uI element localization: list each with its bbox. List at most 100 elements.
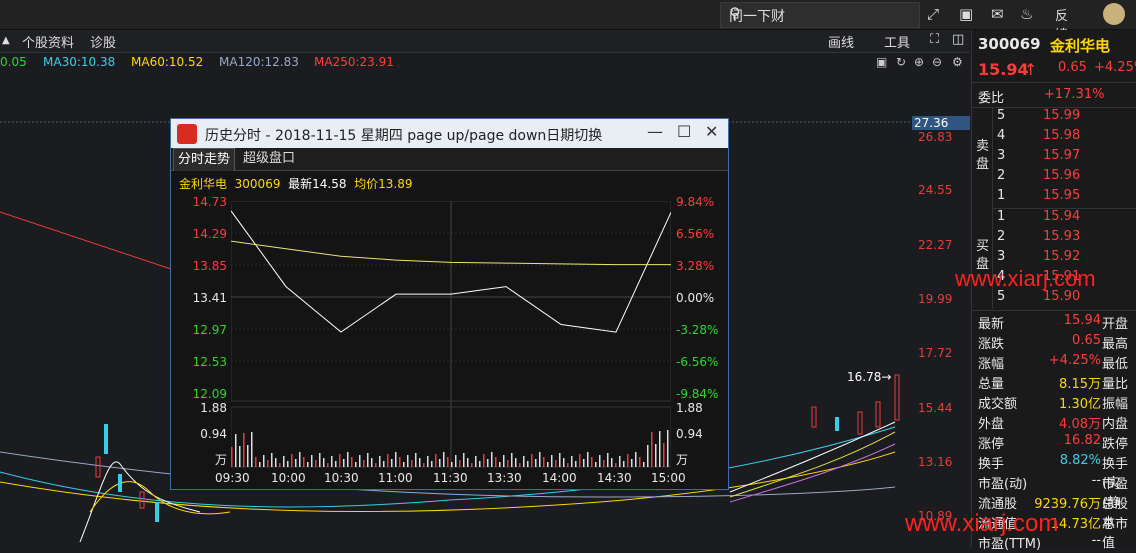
volume-bar: [607, 453, 609, 467]
zoom-in-icon[interactable]: ⊕: [914, 55, 924, 69]
axis-label: 27.36: [912, 116, 970, 130]
volume-bar: [515, 458, 517, 467]
stat-label: 换手: [978, 457, 1005, 472]
volume-bars: [231, 430, 669, 467]
axis-label: 15.44: [918, 401, 953, 415]
sell-price: 15.99: [1043, 108, 1081, 123]
search-icon[interactable]: ⚲: [729, 4, 913, 23]
volume-bar: [327, 463, 329, 467]
sell-price: 15.96: [1043, 168, 1081, 183]
volume-bar: [431, 461, 433, 467]
volume-bar: [627, 454, 629, 467]
volume-bar: [247, 445, 249, 467]
volume-bar: [495, 457, 497, 467]
mail-icon[interactable]: ✉: [991, 5, 1004, 23]
volume-bar: [315, 460, 317, 467]
vol-tick: 万: [214, 453, 227, 467]
collapse-icon[interactable]: ▲: [2, 35, 10, 46]
time-tick: 09:30: [215, 471, 250, 485]
weibi-label: 委比: [978, 91, 1005, 106]
tab-super-book[interactable]: 超级盘口: [239, 148, 299, 170]
volume-bar: [323, 458, 325, 467]
app-logo-icon: [177, 124, 197, 144]
volume-bar: [243, 433, 245, 467]
stock-info-tab[interactable]: 个股资料: [22, 32, 74, 51]
settings-icon[interactable]: ⚙: [952, 55, 963, 69]
watermark: www.xiarj.com: [905, 510, 1059, 537]
buy-price: 15.93: [1043, 229, 1081, 244]
volume-bar: [435, 454, 437, 467]
level: 4: [997, 128, 1006, 143]
volume-bar: [663, 443, 665, 467]
sell-label: 卖盘: [976, 139, 990, 172]
diagnose-tab[interactable]: 诊股: [90, 32, 116, 51]
intraday-chart[interactable]: [231, 201, 671, 471]
volume-bar: [547, 462, 549, 467]
avatar[interactable]: [1103, 3, 1125, 25]
volume-bar: [395, 452, 397, 467]
volume-bar: [371, 458, 373, 467]
refresh-icon[interactable]: ↻: [896, 55, 906, 69]
search-input[interactable]: 问一下财 ⚲: [720, 2, 920, 28]
draw-line-button[interactable]: 画线: [828, 32, 854, 51]
close-icon[interactable]: ✕: [705, 122, 718, 141]
stat-label: 总量: [978, 377, 1005, 392]
info-code: 300069: [234, 177, 281, 191]
popup-titlebar[interactable]: 历史分时 - 2018-11-15 星期四 page up/page down日…: [171, 119, 728, 148]
lock-icon[interactable]: ▣: [876, 55, 887, 69]
volume-bar: [335, 461, 337, 467]
volume-bar: [651, 432, 653, 467]
volume-bar: [299, 452, 301, 467]
volume-bar: [251, 432, 253, 467]
tools-button[interactable]: 工具: [884, 32, 910, 51]
fullscreen-icon[interactable]: ⛶: [930, 32, 939, 47]
volume-bar: [291, 454, 293, 467]
y-tick: 13.41: [192, 291, 227, 305]
y-tick: -9.84%: [676, 387, 719, 401]
info-name: 金利华电: [179, 177, 228, 191]
bell-icon[interactable]: ♨: [1020, 5, 1033, 23]
stat-label: 内盘: [1102, 417, 1129, 432]
volume-bar: [271, 453, 273, 467]
volume-bar: [387, 454, 389, 467]
zoom-out-icon[interactable]: ⊖: [932, 55, 942, 69]
maximize-icon[interactable]: ☐: [677, 122, 691, 141]
layout-icon[interactable]: ◫: [952, 32, 964, 47]
price-change: 0.65: [1058, 60, 1087, 75]
volume-bar: [559, 453, 561, 467]
y-tick: 14.73: [192, 195, 227, 209]
volume-bar: [507, 460, 509, 467]
stock-name: 金利华电: [1050, 37, 1111, 55]
volume-bar: [471, 463, 473, 467]
volume-bar: [643, 462, 645, 467]
stat-label: 最高: [1102, 337, 1129, 352]
minimize-icon[interactable]: —: [647, 122, 663, 141]
stat-label: 最低: [1102, 357, 1129, 372]
y-tick: 13.85: [192, 259, 227, 273]
stat-label: 涨幅: [978, 357, 1005, 372]
volume-bar: [603, 460, 605, 467]
volume-bar: [355, 462, 357, 467]
stat-value: 8.15万: [1059, 377, 1101, 392]
volume-bar: [535, 459, 537, 467]
stat-label: 开盘: [1102, 317, 1129, 332]
tab-intraday[interactable]: 分时走势: [173, 148, 236, 171]
time-tick: 14:30: [597, 471, 632, 485]
volume-bar: [367, 453, 369, 467]
y-tick: 3.28%: [676, 259, 715, 273]
axis-label: 26.83: [918, 130, 953, 144]
stock-code: 300069: [978, 35, 1041, 53]
volume-bar: [447, 457, 449, 467]
volume-bar: [611, 458, 613, 467]
shrink-icon[interactable]: ⤢: [927, 5, 939, 23]
volume-bar: [415, 453, 417, 467]
stat-value: 0.65: [1072, 333, 1101, 348]
stat-label: 涨跌: [978, 337, 1005, 352]
history-intraday-window[interactable]: 历史分时 - 2018-11-15 星期四 page up/page down日…: [170, 118, 729, 490]
stat-value: --: [1091, 473, 1101, 488]
volume-bar: [339, 454, 341, 467]
shirt-icon[interactable]: ▣: [959, 5, 973, 23]
volume-bar: [459, 460, 461, 467]
stat-label: 外盘: [978, 417, 1005, 432]
volume-bar: [287, 461, 289, 467]
